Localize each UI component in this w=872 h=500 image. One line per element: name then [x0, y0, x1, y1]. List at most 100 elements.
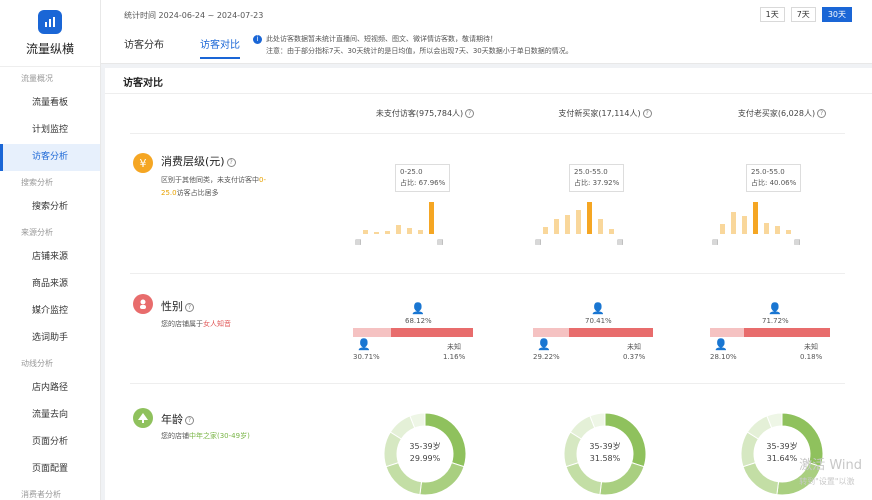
bar[interactable] — [587, 202, 592, 234]
notice: i 此处访客数据暂未统计直播间、短视频、图文、微详情访客数，敬请期待！ 注意：由于… — [253, 33, 573, 57]
divider — [130, 273, 845, 274]
bar[interactable] — [775, 226, 780, 234]
bar[interactable] — [742, 216, 747, 234]
range-30d-button[interactable]: 30天 — [821, 7, 852, 22]
gender-bar — [710, 328, 830, 337]
donut-center-label: 35-39岁 29.99% — [382, 441, 468, 465]
bar[interactable] — [753, 202, 758, 234]
sidebar-item[interactable]: 选词助手 — [0, 325, 100, 352]
range-1d-button[interactable]: 1天 — [759, 7, 785, 22]
donut-slice[interactable] — [599, 462, 645, 496]
unknown-percent: 0.18% — [800, 353, 823, 361]
sidebar-item[interactable]: 搜索分析 — [0, 194, 100, 221]
help-icon[interactable]: ? — [185, 415, 194, 425]
logo-box: 流量纵横 — [0, 0, 100, 67]
consume-bar-chart: 25.0-55.0 占比: 37.92% ▤ ▤ — [535, 156, 635, 246]
person-icon: 👤 — [591, 302, 605, 315]
female-segment[interactable] — [353, 328, 391, 337]
bar[interactable] — [363, 230, 368, 234]
help-icon[interactable]: ? — [226, 157, 236, 167]
sidebar-item[interactable]: 页面分析 — [0, 429, 100, 456]
bar[interactable] — [429, 202, 434, 234]
consume-title: 消费层级(元)? — [161, 153, 236, 169]
sidebar-item[interactable]: 访客分析 — [0, 144, 100, 171]
age-title: 年龄? — [161, 411, 194, 427]
male-segment[interactable] — [391, 328, 473, 337]
help-icon[interactable]: ? — [817, 109, 827, 118]
bar-area: ▤ ▤ — [355, 198, 455, 246]
sidebar-item[interactable]: 媒介监控 — [0, 298, 100, 325]
divider — [130, 133, 845, 134]
tab-visitor-compare[interactable]: 访客对比 — [200, 36, 240, 59]
unknown-percent: 1.16% — [443, 353, 466, 361]
yen-icon: ¥ — [133, 153, 153, 173]
tooltip-ratio: 占比: 67.96% — [400, 179, 446, 187]
bar[interactable] — [385, 231, 390, 234]
sidebar-item[interactable]: 店内路径 — [0, 375, 100, 402]
bar-area: ▤ ▤ — [712, 198, 812, 246]
gender-bar — [533, 328, 653, 337]
sidebar-item[interactable]: 流量看板 — [0, 90, 100, 117]
bar[interactable] — [786, 230, 791, 234]
donut-slice[interactable] — [385, 462, 423, 496]
range-7d-button[interactable]: 7天 — [790, 7, 816, 22]
coin-stack-icon: ▤ — [712, 238, 719, 246]
male-segment[interactable] — [569, 328, 653, 337]
help-icon[interactable]: ? — [642, 109, 652, 118]
female-segment[interactable] — [710, 328, 744, 337]
male-percent: 71.72% — [762, 317, 789, 325]
age-percent: 31.58% — [589, 454, 621, 463]
female-percent: 30.71% — [353, 353, 380, 361]
content-panel: 访客对比 未支付访客(975,784人)? 支付新买家(17,114人)? 支付… — [105, 68, 872, 500]
female-percent: 28.10% — [710, 353, 737, 361]
help-icon[interactable]: ? — [465, 109, 475, 118]
bar[interactable] — [576, 210, 581, 234]
bar[interactable] — [407, 228, 412, 234]
tooltip-ratio: 占比: 40.06% — [751, 179, 797, 187]
person-icon: 👤 — [714, 338, 728, 351]
notice-line2: 注意：由于部分指标7天、30天统计的是日均值，所以会出现7天、30天数据小于单日… — [266, 47, 573, 55]
tab-visitor-distribution[interactable]: 访客分布 — [124, 36, 164, 59]
bar[interactable] — [374, 232, 379, 234]
sidebar-item[interactable]: 流量去向 — [0, 402, 100, 429]
female-percent: 29.22% — [533, 353, 560, 361]
bar[interactable] — [554, 219, 559, 234]
bar[interactable] — [720, 224, 725, 234]
watermark-line1: 激活 Wind — [799, 458, 862, 473]
age-donut-chart: 35-39岁 31.58% — [562, 411, 648, 497]
male-segment[interactable] — [744, 328, 830, 337]
range-buttons: 1天 7天 30天 — [754, 7, 852, 22]
bar[interactable] — [565, 215, 570, 234]
sidebar-item[interactable]: 商品来源 — [0, 271, 100, 298]
gender-bar — [353, 328, 473, 337]
notice-line1: 此处访客数据暂未统计直播间、短视频、图文、微详情访客数，敬请期待！ — [266, 35, 497, 43]
tree-icon — [133, 408, 153, 428]
column-header: 支付新买家(17,114人)? — [530, 108, 680, 119]
sidebar-item[interactable]: 计划监控 — [0, 117, 100, 144]
donut-slice[interactable] — [742, 462, 780, 496]
bar[interactable] — [609, 229, 614, 234]
bar[interactable] — [418, 230, 423, 234]
nav-group-label: 搜索分析 — [21, 178, 53, 187]
bar[interactable] — [764, 223, 769, 234]
coin-stack-icon: ▤ — [437, 238, 444, 246]
female-segment[interactable] — [533, 328, 569, 337]
age-desc: 您的店铺中年之家(30-49岁) — [161, 432, 250, 440]
unknown-percent: 0.37% — [623, 353, 646, 361]
os-watermark: 激活 Wind 转到"设置"以激 — [799, 458, 862, 490]
help-icon[interactable]: ? — [185, 302, 194, 312]
consume-bar-chart: 0-25.0 占比: 67.96% ▤ ▤ — [355, 156, 455, 246]
bar[interactable] — [396, 225, 401, 234]
sidebar-item[interactable]: 店铺来源 — [0, 244, 100, 271]
bar[interactable] — [598, 219, 603, 234]
bar[interactable] — [543, 227, 548, 234]
unknown-label: 未知 — [627, 343, 641, 351]
donut-slice[interactable] — [419, 462, 465, 496]
donut-slice[interactable] — [565, 462, 603, 496]
stat-time: 统计时间 2024-06-24 ~ 2024-07-23 — [124, 11, 264, 20]
gender-desc: 您的店铺属于女人知音 — [161, 320, 231, 328]
bar[interactable] — [731, 212, 736, 234]
sidebar-item[interactable]: 页面配置 — [0, 456, 100, 483]
nav-group-label: 消费者分析 — [21, 490, 61, 499]
chart-tooltip: 25.0-55.0 占比: 40.06% — [746, 164, 802, 192]
